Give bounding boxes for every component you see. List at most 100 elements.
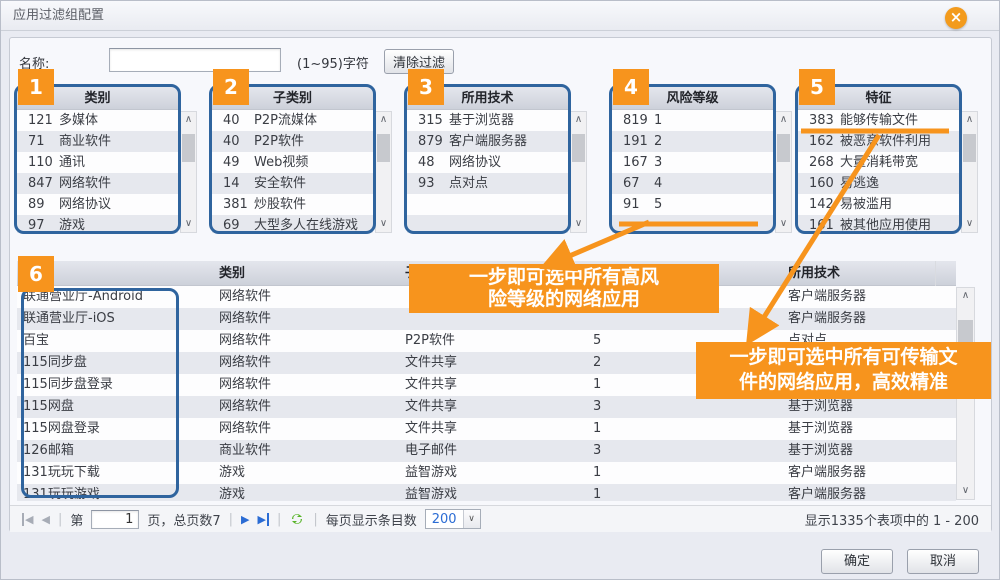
scroll-up-icon[interactable]: ∧ bbox=[962, 112, 977, 128]
filter-list-item[interactable]: 268 大量消耗带宽 bbox=[798, 152, 959, 173]
scrollbar-thumb[interactable] bbox=[377, 134, 390, 162]
filter-list-scrollbar[interactable]: ∧ ∨ bbox=[180, 111, 197, 233]
filter-list-item[interactable]: 161 被其他应用使用 bbox=[798, 215, 959, 233]
filter-list-item[interactable]: 847 网络软件 bbox=[17, 173, 178, 194]
page-number-input[interactable] bbox=[91, 510, 139, 529]
scroll-down-icon[interactable]: ∨ bbox=[571, 216, 586, 232]
filter-list-item[interactable]: 819 1 bbox=[612, 110, 773, 131]
refresh-icon[interactable] bbox=[289, 511, 305, 527]
filter-list-item[interactable]: 93 点对点 bbox=[407, 173, 568, 194]
close-icon[interactable]: × bbox=[945, 7, 967, 29]
scroll-up-icon[interactable]: ∧ bbox=[376, 112, 391, 128]
cell-technology: 基于浏览器 bbox=[788, 396, 853, 418]
item-label: 能够传输文件 bbox=[840, 110, 959, 131]
item-label: 2 bbox=[654, 131, 773, 152]
filter-list-panel-风险等级: 风险等级 819 1 191 2 167 3 67 4 91 5 ∧ ∨ 4 bbox=[612, 87, 794, 233]
item-count bbox=[612, 215, 654, 233]
filter-list-item[interactable]: 71 商业软件 bbox=[17, 131, 178, 152]
item-label: 基于浏览器 bbox=[449, 110, 568, 131]
cell-category: 商业软件 bbox=[219, 440, 271, 462]
scroll-down-icon[interactable]: ∨ bbox=[776, 216, 791, 232]
filter-list-item[interactable]: 142 易被滥用 bbox=[798, 194, 959, 215]
cell-name: 联通营业厅-iOS bbox=[23, 308, 115, 330]
filter-list-item[interactable]: 49 Web视频 bbox=[212, 152, 373, 173]
cell-technology: 客户端服务器 bbox=[788, 462, 866, 484]
table-row[interactable]: 126邮箱 商业软件 电子邮件 3 基于浏览器 bbox=[17, 440, 956, 462]
scroll-down-icon[interactable]: ∨ bbox=[376, 216, 391, 232]
scroll-down-icon[interactable]: ∨ bbox=[181, 216, 196, 232]
next-page-icon[interactable]: ▶ bbox=[241, 513, 249, 526]
scroll-up-icon[interactable]: ∧ bbox=[957, 288, 974, 304]
table-row[interactable]: 131玩玩下载 游戏 益智游戏 1 客户端服务器 bbox=[17, 462, 956, 484]
scroll-up-icon[interactable]: ∧ bbox=[571, 112, 586, 128]
item-label: 1 bbox=[654, 110, 773, 131]
filter-list-item[interactable]: 110 通讯 bbox=[17, 152, 178, 173]
item-count: 142 bbox=[798, 194, 840, 215]
filter-list-scrollbar[interactable]: ∧ ∨ bbox=[375, 111, 392, 233]
scroll-up-icon[interactable]: ∧ bbox=[181, 112, 196, 128]
filter-list-item[interactable]: 91 5 bbox=[612, 194, 773, 215]
filter-list-item[interactable]: 97 游戏 bbox=[17, 215, 178, 233]
cell-name: 百宝 bbox=[23, 330, 49, 352]
table-row[interactable]: 115网盘登录 网络软件 文件共享 1 基于浏览器 bbox=[17, 418, 956, 440]
filter-list-title: 特征 bbox=[865, 91, 891, 106]
filter-list-item[interactable] bbox=[612, 215, 773, 233]
item-label: 易被滥用 bbox=[840, 194, 959, 215]
filter-list-item[interactable]: 40 P2P软件 bbox=[212, 131, 373, 152]
page-size-select[interactable]: 200 ∨ bbox=[425, 509, 481, 529]
filter-list-item[interactable]: 383 能够传输文件 bbox=[798, 110, 959, 131]
filter-list-item[interactable]: 40 P2P流媒体 bbox=[212, 110, 373, 131]
scrollbar-thumb[interactable] bbox=[963, 134, 976, 162]
cell-category: 网络软件 bbox=[219, 286, 271, 308]
filter-list-scrollbar[interactable]: ∧ ∨ bbox=[961, 111, 978, 233]
scroll-up-icon[interactable]: ∧ bbox=[776, 112, 791, 128]
ok-button[interactable]: 确定 bbox=[821, 549, 893, 574]
table-row[interactable]: 115网盘 网络软件 文件共享 3 基于浏览器 bbox=[17, 396, 956, 418]
cancel-button[interactable]: 取消 bbox=[907, 549, 979, 574]
item-count: 48 bbox=[407, 152, 449, 173]
item-count: 69 bbox=[212, 215, 254, 233]
filter-list-item[interactable]: 191 2 bbox=[612, 131, 773, 152]
filter-list-item[interactable]: 121 多媒体 bbox=[17, 110, 178, 131]
table-row[interactable]: 131玩玩游戏 游戏 益智游戏 1 客户端服务器 bbox=[17, 484, 956, 501]
filter-list-item[interactable] bbox=[407, 215, 568, 233]
item-count: 49 bbox=[212, 152, 254, 173]
scroll-down-icon[interactable]: ∨ bbox=[957, 483, 974, 499]
filter-list-item[interactable]: 48 网络协议 bbox=[407, 152, 568, 173]
cell-name: 131玩玩游戏 bbox=[23, 484, 100, 501]
filter-list-item[interactable]: 879 客户端服务器 bbox=[407, 131, 568, 152]
last-page-icon[interactable]: ▶ bbox=[257, 513, 268, 526]
filter-list-scrollbar[interactable]: ∧ ∨ bbox=[570, 111, 587, 233]
filter-list-scrollbar[interactable]: ∧ ∨ bbox=[775, 111, 792, 233]
cell-technology: 客户端服务器 bbox=[788, 286, 866, 308]
page-label-prefix: 第 bbox=[70, 510, 83, 529]
filter-list-item[interactable]: 69 大型多人在线游戏 bbox=[212, 215, 373, 233]
cell-category: 网络软件 bbox=[219, 352, 271, 374]
cell-risk: 1 bbox=[593, 484, 601, 501]
first-page-icon[interactable]: ◀ bbox=[22, 513, 33, 526]
prev-page-icon[interactable]: ◀ bbox=[41, 513, 49, 526]
item-count: 89 bbox=[17, 194, 59, 215]
filter-list-item[interactable] bbox=[407, 194, 568, 215]
cell-category: 游戏 bbox=[219, 462, 245, 484]
chevron-down-icon: ∨ bbox=[463, 510, 480, 528]
scrollbar-thumb[interactable] bbox=[572, 134, 585, 162]
item-count: 167 bbox=[612, 152, 654, 173]
cell-subcategory: 文件共享 bbox=[405, 374, 457, 396]
filter-list-item[interactable]: 67 4 bbox=[612, 173, 773, 194]
filter-list-item[interactable]: 14 安全软件 bbox=[212, 173, 373, 194]
name-input[interactable] bbox=[109, 48, 281, 72]
filter-list-item[interactable]: 160 易逃逸 bbox=[798, 173, 959, 194]
filter-list-item[interactable]: 162 被恶意软件利用 bbox=[798, 131, 959, 152]
scrollbar-thumb[interactable] bbox=[777, 134, 790, 162]
filter-list-item[interactable]: 167 3 bbox=[612, 152, 773, 173]
scroll-down-icon[interactable]: ∨ bbox=[962, 216, 977, 232]
filter-list-item[interactable]: 315 基于浏览器 bbox=[407, 110, 568, 131]
scrollbar-thumb[interactable] bbox=[182, 134, 195, 162]
filter-list-item[interactable]: 89 网络协议 bbox=[17, 194, 178, 215]
filter-list-rows: 383 能够传输文件 162 被恶意软件利用 268 大量消耗带宽 160 易逃… bbox=[798, 110, 959, 233]
page-size-value: 200 bbox=[426, 512, 463, 527]
item-count: 121 bbox=[17, 110, 59, 131]
filter-list-item[interactable]: 381 炒股软件 bbox=[212, 194, 373, 215]
item-count: 67 bbox=[612, 173, 654, 194]
